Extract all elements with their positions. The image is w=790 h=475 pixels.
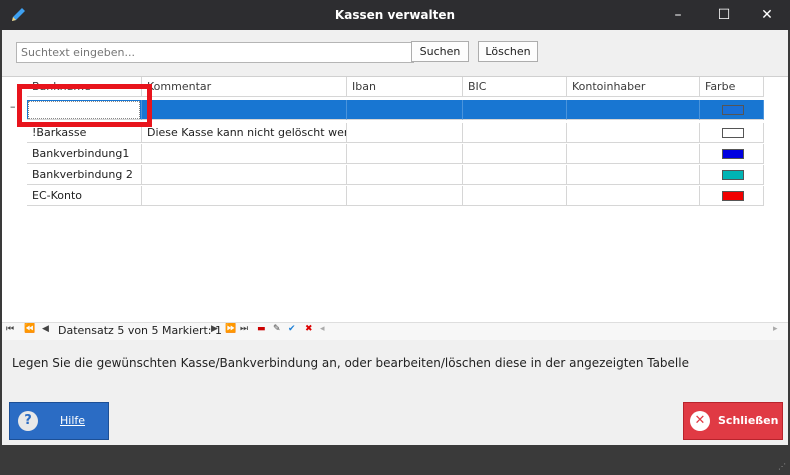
help-button[interactable]: ? Hilfe	[9, 402, 109, 440]
cell-iban[interactable]	[347, 165, 463, 185]
cell-bankname[interactable]: Bankverbindung 2	[27, 165, 142, 185]
record-status: Datensatz 5 von 5 Markiert: 1	[58, 324, 223, 337]
previous-page-icon[interactable]: ⏪	[24, 324, 35, 334]
column-header-iban[interactable]: Iban	[347, 77, 463, 97]
next-page-icon[interactable]: ⏩	[225, 324, 236, 334]
cell-bic[interactable]	[463, 144, 567, 164]
search-input[interactable]	[16, 42, 414, 63]
record-navigator: ⏮ ⏪ ◀ Datensatz 5 von 5 Markiert: 1 ▶ ⏩ …	[2, 322, 788, 340]
cell-kommentar[interactable]: Diese Kasse kann nicht gelöscht werden	[142, 123, 347, 143]
cell-iban[interactable]	[347, 100, 463, 120]
cell-bic[interactable]	[463, 100, 567, 120]
table-row[interactable]: Bankverbindung1	[27, 144, 764, 164]
cell-kontoinhaber[interactable]	[567, 100, 700, 120]
first-record-icon[interactable]: ⏮	[6, 324, 14, 334]
color-swatch	[722, 170, 744, 180]
cell-kontoinhaber[interactable]	[567, 186, 700, 206]
x-circle-icon: ✕	[690, 411, 710, 431]
cell-iban[interactable]	[347, 186, 463, 206]
delete-record-icon[interactable]: ▬	[257, 324, 266, 334]
question-icon: ?	[18, 411, 38, 431]
table-row[interactable]: EC-Konto	[27, 186, 764, 206]
cell-bic[interactable]	[463, 186, 567, 206]
column-header-kommentar[interactable]: Kommentar	[142, 77, 347, 97]
cell-kommentar[interactable]	[142, 186, 347, 206]
next-record-icon[interactable]: ▶	[211, 324, 218, 334]
cell-iban[interactable]	[347, 144, 463, 164]
cell-kommentar[interactable]	[142, 165, 347, 185]
hint-text: Legen Sie die gewünschten Kasse/Bankverb…	[12, 356, 689, 370]
cell-bankname[interactable]: EC-Konto	[27, 186, 142, 206]
last-record-icon[interactable]: ⏭	[240, 324, 248, 334]
cell-kommentar[interactable]	[142, 100, 347, 120]
status-bar: ⋰	[0, 445, 790, 475]
title-bar: Kassen verwalten – ☐ ✕	[0, 0, 790, 30]
cell-farbe[interactable]	[700, 165, 764, 185]
highlight-box	[17, 84, 152, 127]
close-label: Schließen	[718, 414, 779, 427]
cell-bic[interactable]	[463, 165, 567, 185]
scroll-left-icon[interactable]: ◂	[320, 324, 325, 334]
close-window-button[interactable]: ✕	[744, 0, 790, 30]
cell-bic[interactable]	[463, 123, 567, 143]
cell-kontoinhaber[interactable]	[567, 165, 700, 185]
color-swatch	[722, 191, 744, 201]
cancel-record-icon[interactable]: ✖	[305, 324, 313, 334]
column-header-bic[interactable]: BIC	[463, 77, 567, 97]
help-label: Hilfe	[60, 414, 86, 427]
cell-iban[interactable]	[347, 123, 463, 143]
cell-farbe[interactable]	[700, 186, 764, 206]
cell-kontoinhaber[interactable]	[567, 144, 700, 164]
column-header-farbe[interactable]: Farbe	[700, 77, 764, 97]
cell-farbe[interactable]	[700, 100, 764, 120]
search-button[interactable]: Suchen	[411, 41, 469, 62]
color-swatch	[722, 149, 744, 159]
clear-button[interactable]: Löschen	[478, 41, 538, 62]
cell-bankname[interactable]: Bankverbindung1	[27, 144, 142, 164]
resize-grip-icon[interactable]: ⋰	[778, 462, 786, 471]
previous-record-icon[interactable]: ◀	[42, 324, 49, 334]
color-swatch	[722, 128, 744, 138]
maximize-button[interactable]: ☐	[701, 0, 747, 30]
close-button[interactable]: ✕ Schließen	[683, 402, 783, 440]
save-record-icon[interactable]: ✔	[288, 324, 296, 334]
color-swatch	[722, 105, 744, 115]
minimize-button[interactable]: –	[655, 0, 701, 30]
table-row[interactable]: Bankverbindung 2	[27, 165, 764, 185]
column-header-kontoinhaber[interactable]: Kontoinhaber	[567, 77, 700, 97]
cell-kontoinhaber[interactable]	[567, 123, 700, 143]
cell-farbe[interactable]	[700, 144, 764, 164]
cell-kommentar[interactable]	[142, 144, 347, 164]
horizontal-scrollbar[interactable]	[326, 327, 771, 335]
cell-farbe[interactable]	[700, 123, 764, 143]
scroll-right-icon[interactable]: ▸	[773, 324, 778, 334]
edit-record-icon[interactable]: ✎	[273, 324, 281, 334]
